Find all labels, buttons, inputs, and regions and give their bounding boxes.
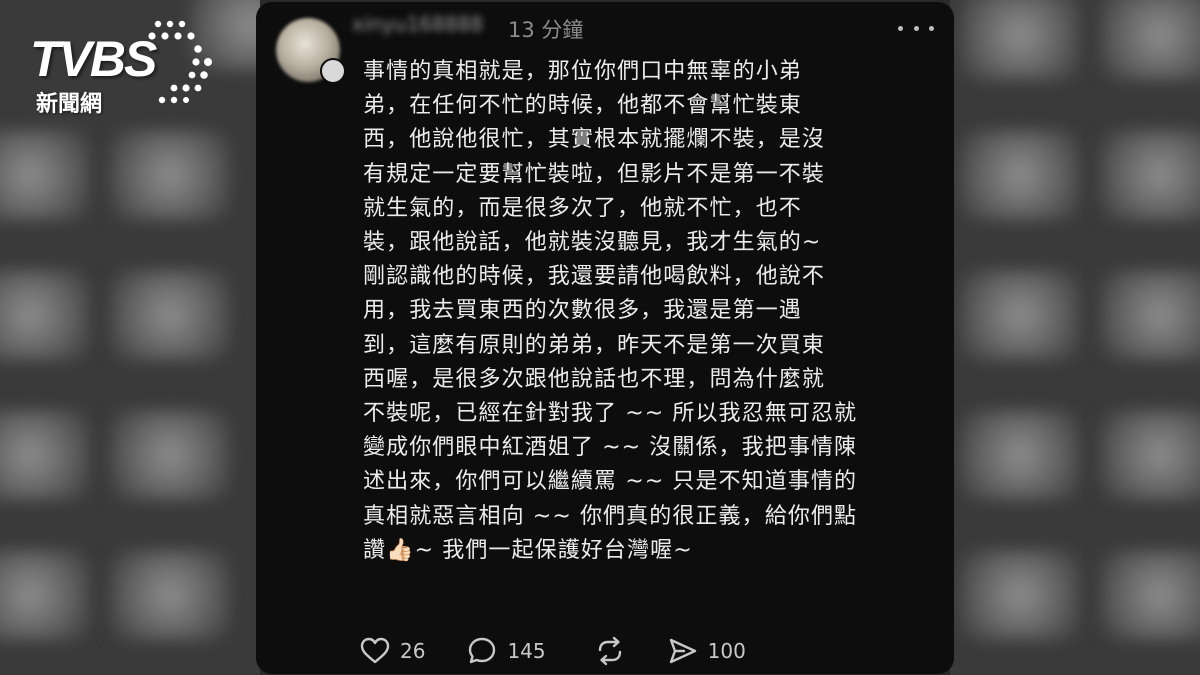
comment-bubble-icon bbox=[469, 637, 496, 664]
more-horizontal-icon bbox=[913, 25, 919, 31]
like-count: 26 bbox=[400, 639, 426, 663]
logo-brand-text: TVBS bbox=[30, 31, 157, 87]
send-icon bbox=[669, 638, 696, 664]
share-button[interactable]: 100 bbox=[668, 637, 746, 665]
post-actions-bar: 26 145 100 bbox=[360, 634, 746, 668]
more-horizontal-icon bbox=[929, 25, 934, 31]
share-count: 100 bbox=[707, 639, 746, 663]
logo-subtitle: 新聞網 bbox=[36, 92, 103, 117]
more-horizontal-icon bbox=[898, 25, 903, 31]
repost-icon bbox=[598, 636, 621, 666]
blurred-background-right bbox=[950, 0, 1200, 675]
post-body-text: 事情的真相就是，那位你們口中無辜的小弟 弟，在任何不忙的時候，他都不會幫忙裝東 … bbox=[363, 59, 858, 563]
repost-button[interactable] bbox=[594, 636, 626, 666]
comment-count: 145 bbox=[507, 639, 546, 663]
more-options-button[interactable] bbox=[898, 20, 934, 36]
post-timestamp: 13 分鐘 bbox=[508, 18, 584, 42]
heart-icon bbox=[360, 637, 390, 664]
avatar-badge bbox=[320, 58, 346, 84]
tvbs-logo: TVBS 新聞網 bbox=[30, 14, 215, 117]
like-button[interactable]: 26 bbox=[360, 637, 425, 665]
comment-button[interactable]: 145 bbox=[467, 636, 546, 666]
threads-post-card: xinyu168888 13 分鐘 事情的真相就是，那位你們口中無辜的小弟 弟，… bbox=[256, 2, 954, 674]
username[interactable]: xinyu168888 bbox=[352, 12, 502, 38]
